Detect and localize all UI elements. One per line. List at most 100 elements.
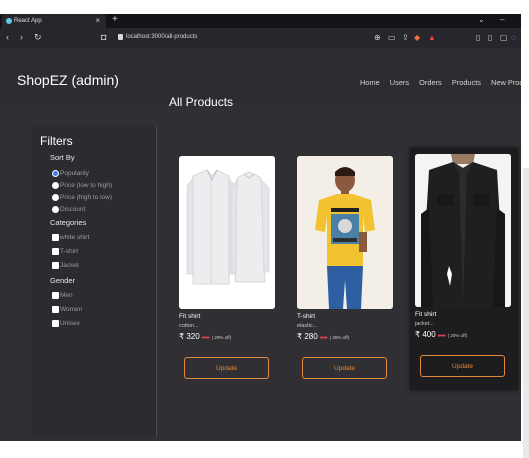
filters-title: Filters <box>40 134 73 148</box>
share-icon[interactable]: ⇪ <box>402 33 409 42</box>
product-price: ₹ 280 400 ( 30% off) <box>297 332 349 341</box>
checkbox-icon[interactable] <box>52 248 59 255</box>
checkbox-icon[interactable] <box>52 292 59 299</box>
brave-shield-icon[interactable]: ◆ <box>414 33 420 42</box>
gender-unisex[interactable]: Unisex <box>52 320 80 327</box>
sort-option-label: Price (high to low) <box>60 194 113 201</box>
tab-close-icon[interactable]: × <box>95 16 100 25</box>
radio-selected-icon[interactable] <box>52 170 59 177</box>
nav-orders[interactable]: Orders <box>419 78 442 87</box>
categories-label: Categories <box>50 218 87 227</box>
app-navbar: ShopEZ (admin) Home Users Orders Product… <box>0 48 521 103</box>
sort-option-popularity[interactable]: Popularity <box>52 170 89 177</box>
nav-products[interactable]: Products <box>452 78 481 87</box>
product-name[interactable]: T-shirt <box>297 313 315 320</box>
sort-option-price-low-high[interactable]: Price (low to high) <box>52 182 113 189</box>
minimize-icon[interactable]: – <box>500 15 504 24</box>
site-info-icon[interactable] <box>118 34 123 40</box>
sort-option-label: Popularity <box>60 170 89 177</box>
yellow-tshirt-image <box>297 156 393 309</box>
browser-tab[interactable]: React App × <box>2 14 106 28</box>
sort-by-label: Sort By <box>50 153 75 162</box>
nav-users[interactable]: Users <box>390 78 409 87</box>
sort-option-label: Price (low to high) <box>60 182 113 189</box>
tab-title: React App <box>14 18 42 24</box>
wallet-icon[interactable]: ▢ <box>500 33 508 42</box>
category-label: white shirt <box>60 234 90 241</box>
app-viewport: ShopEZ (admin) Home Users Orders Product… <box>0 48 529 458</box>
product-card[interactable]: T-shirt elastic... ₹ 280 400 ( 30% off) … <box>297 152 401 392</box>
radio-icon[interactable] <box>52 206 59 213</box>
translate-icon[interactable]: ⊕ <box>374 33 381 42</box>
gender-option-label: Men <box>60 292 73 299</box>
product-mrp: 500 <box>437 333 446 338</box>
forward-icon[interactable]: › <box>20 32 23 42</box>
sort-option-label: Discount <box>60 206 86 213</box>
screenshot-frame: React App × + ⌄ – ‹ › ↻ ◘ localhost:3000… <box>0 0 529 458</box>
product-price: ₹ 400 500 ( 20% off) <box>415 330 467 339</box>
new-tab-icon[interactable]: + <box>112 14 118 25</box>
gender-option-label: Women <box>60 306 83 313</box>
category-t-shirt[interactable]: T-shirt <box>52 248 79 255</box>
checkbox-icon[interactable] <box>52 262 59 269</box>
radio-icon[interactable] <box>52 182 59 189</box>
white-shirt-image <box>179 156 275 309</box>
nav-home[interactable]: Home <box>360 78 380 87</box>
checkbox-icon[interactable] <box>52 306 59 313</box>
nav-links: Home Users Orders Products New Product L… <box>360 78 521 90</box>
address-bar-url[interactable]: localhost:3000/all-products <box>126 34 197 40</box>
checkbox-icon[interactable] <box>52 320 59 327</box>
back-icon[interactable]: ‹ <box>6 32 9 42</box>
product-image[interactable] <box>415 154 511 307</box>
reload-icon[interactable]: ↻ <box>34 32 42 43</box>
product-sale-price: ₹ 280 <box>297 332 318 341</box>
checkbox-icon[interactable] <box>52 234 59 241</box>
product-card-hovered[interactable]: Fit shirt jacket... ₹ 400 500 ( 20% off)… <box>410 148 518 390</box>
product-price: ₹ 320 400 ( 20% off) <box>179 332 231 341</box>
offscreen-card-edge <box>523 168 529 458</box>
browser-toolbar: ‹ › ↻ ◘ localhost:3000/all-products ⊕ ▭ … <box>0 28 521 48</box>
product-discount: ( 30% off) <box>329 335 350 340</box>
radio-icon[interactable] <box>52 194 59 201</box>
category-label: T-shirt <box>60 248 79 255</box>
product-image[interactable] <box>297 156 393 309</box>
product-name[interactable]: Fit shirt <box>179 313 200 320</box>
product-name[interactable]: Fit shirt <box>415 311 436 318</box>
cast-icon[interactable]: ▭ <box>388 33 396 42</box>
nav-new-product[interactable]: New Product <box>491 78 521 87</box>
profile-icon[interactable]: ◌ <box>511 33 516 42</box>
product-sale-price: ₹ 400 <box>415 330 436 339</box>
tab-list-chevron-icon[interactable]: ⌄ <box>478 15 485 24</box>
gender-men[interactable]: Men <box>52 292 73 299</box>
product-image[interactable] <box>179 156 275 309</box>
gender-label: Gender <box>50 276 76 285</box>
product-card[interactable]: Fit shirt cotton... ₹ 320 400 ( 20% off)… <box>179 152 283 392</box>
product-sale-price: ₹ 320 <box>179 332 200 341</box>
browser-tab-strip: React App × + ⌄ – <box>0 14 521 28</box>
gender-women[interactable]: Women <box>52 306 83 313</box>
category-white-shirt[interactable]: white shirt <box>52 234 90 241</box>
brand-title[interactable]: ShopEZ (admin) <box>17 72 119 88</box>
update-button[interactable]: Update <box>302 357 387 379</box>
sort-option-discount[interactable]: Discount <box>52 206 86 213</box>
bookmark-icon[interactable]: ◘ <box>101 32 106 42</box>
product-mrp: 400 <box>319 335 328 340</box>
sort-option-price-high-low[interactable]: Price (high to low) <box>52 194 113 201</box>
extensions-icon[interactable]: ▯ <box>488 33 492 42</box>
update-button[interactable]: Update <box>184 357 269 379</box>
category-label: Jacket <box>60 262 79 269</box>
product-discount: ( 20% off) <box>447 333 468 338</box>
sidebar-toggle-icon[interactable]: ▯ <box>476 33 480 42</box>
product-description: jacket... <box>415 321 434 327</box>
product-discount: ( 20% off) <box>211 335 232 340</box>
product-description: elastic... <box>297 323 318 329</box>
product-mrp: 400 <box>201 335 210 340</box>
black-jacket-image <box>415 154 511 307</box>
category-jacket[interactable]: Jacket <box>52 262 79 269</box>
filters-panel: Filters Sort By Popularity Price (low to… <box>32 126 157 437</box>
gender-option-label: Unisex <box>60 320 80 327</box>
rewards-icon[interactable]: ▲ <box>428 33 436 42</box>
product-description: cotton... <box>179 323 199 329</box>
update-button[interactable]: Update <box>420 355 505 377</box>
react-favicon-icon <box>6 18 12 24</box>
